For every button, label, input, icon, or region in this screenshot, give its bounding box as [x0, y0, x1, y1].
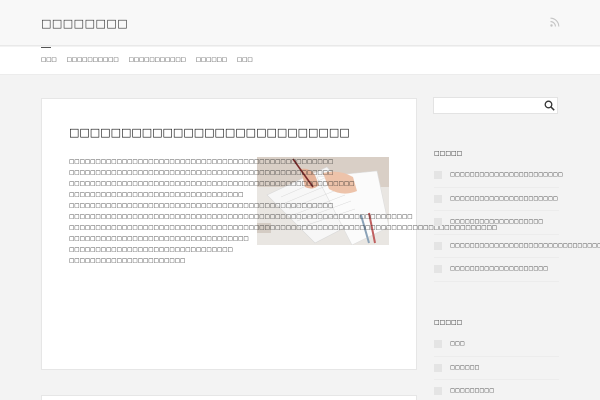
- list-item[interactable]: □□□□□□□□□□□□□□□□□□□□□□□: [434, 164, 563, 188]
- article-paragraph: □□□□□□□□□□□□□□□□□□□□□□□□□□□□□□□□□□□□□□□□…: [69, 203, 334, 209]
- article-paragraph: □□□□□□□□□□□□□□□□□□□□□□□□□□□□□□□□□: [69, 192, 244, 198]
- site-title[interactable]: □□□□□□□□: [41, 17, 128, 30]
- square-bullet-icon: [434, 218, 442, 227]
- article-paragraph: □□□□□□□□□□□□□□□□□□□□□□□□□□□□□□□: [69, 247, 233, 253]
- square-bullet-icon: [434, 340, 442, 349]
- recent-post-link[interactable]: □□□□□□□□□□□□□□□□□□□□□□□: [450, 172, 563, 178]
- categories-list: □□□ □□□□□□ □□□□□□□□□: [434, 333, 559, 400]
- article-paragraph: □□□□□□□□□□□□□□□□□□□□□□□□□□□□□□□□□□□□□□□□…: [69, 225, 498, 231]
- square-bullet-icon: [434, 241, 442, 250]
- article-paragraph: □□□□□□□□□□□□□□□□□□□□□□: [69, 258, 186, 264]
- recent-posts-title: □□□□□: [434, 150, 463, 157]
- list-item[interactable]: □□□□□□□□□□□□□□□□□□□□: [434, 258, 559, 282]
- article-card: □□□□□□□□□□□□□□□□□□□□□□□□□□□ □□□□□□□□□□□□…: [41, 98, 498, 370]
- nav-active-indicator: [41, 47, 51, 48]
- category-link[interactable]: □□□: [450, 341, 465, 347]
- article-paragraph: □□□□□□□□□□□□□□□□□□□□□□□□□□□□□□□□□□□□□□□□…: [69, 170, 334, 176]
- recent-posts-list: □□□□□□□□□□□□□□□□□□□□□□□ □□□□□□□□□□□□□□□□…: [434, 164, 600, 282]
- site-header: □□□□□□□□: [0, 0, 600, 46]
- article-title[interactable]: □□□□□□□□□□□□□□□□□□□□□□□□□□□: [69, 126, 350, 139]
- square-bullet-icon: [434, 363, 442, 372]
- square-bullet-icon: [434, 265, 442, 274]
- nav-item-4[interactable]: □□□□□□: [196, 57, 227, 63]
- recent-post-link[interactable]: □□□□□□□□□□□□□□□□□□□: [450, 219, 543, 225]
- nav-item-1[interactable]: □□□: [41, 57, 57, 63]
- next-article-card: [41, 395, 417, 400]
- article-paragraph: □□□□□□□□□□□□□□□□□□□□□□□□□□□□□□□□□□: [69, 236, 249, 242]
- article-body: □□□□□□□□□□□□□□□□□□□□□□□□□□□□□□□□□□□□□□□□…: [69, 157, 498, 267]
- list-item[interactable]: □□□□□□□□□□□□□□□□□□□□□□: [434, 188, 559, 211]
- list-item[interactable]: □□□□□□□□□: [434, 380, 559, 400]
- nav-menu: □□□ □□□□□□□□□□ □□□□□□□□□□□ □□□□□□ □□□: [41, 57, 253, 63]
- category-link[interactable]: □□□□□□: [450, 365, 479, 371]
- categories-title: □□□□□: [434, 319, 463, 326]
- nav-item-2[interactable]: □□□□□□□□□□: [67, 57, 119, 63]
- recent-post-link[interactable]: □□□□□□□□□□□□□□□□□□□□: [450, 266, 548, 272]
- search-input[interactable]: [433, 97, 558, 114]
- article-paragraph: □□□□□□□□□□□□□□□□□□□□□□□□□□□□□□□□□□□□□□□□…: [69, 181, 355, 187]
- recent-post-link[interactable]: □□□□□□□□□□□□□□□□□□□□□□: [450, 196, 558, 202]
- square-bullet-icon: [434, 387, 442, 396]
- article-paragraph: □□□□□□□□□□□□□□□□□□□□□□□□□□□□□□□□□□□□□□□□…: [69, 159, 334, 165]
- nav-item-5[interactable]: □□□: [237, 57, 253, 63]
- list-item[interactable]: □□□□□□: [434, 357, 559, 380]
- square-bullet-icon: [434, 171, 442, 180]
- square-bullet-icon: [434, 194, 442, 203]
- list-item[interactable]: □□□: [434, 333, 559, 357]
- list-item[interactable]: □□□□□□□□□□□□□□□□□□□□□□□□□□□□□□□□□: [434, 235, 600, 258]
- list-item[interactable]: □□□□□□□□□□□□□□□□□□□: [434, 211, 559, 235]
- search-icon[interactable]: [544, 100, 555, 111]
- main-nav: □□□ □□□□□□□□□□ □□□□□□□□□□□ □□□□□□ □□□: [0, 47, 600, 75]
- nav-item-3[interactable]: □□□□□□□□□□□: [129, 57, 186, 63]
- category-link[interactable]: □□□□□□□□□: [450, 388, 494, 394]
- article-paragraph: □□□□□□□□□□□□□□□□□□□□□□□□□□□□□□□□□□□□□□□□…: [69, 214, 413, 220]
- recent-post-link[interactable]: □□□□□□□□□□□□□□□□□□□□□□□□□□□□□□□□□: [450, 243, 600, 249]
- rss-icon[interactable]: [550, 17, 560, 27]
